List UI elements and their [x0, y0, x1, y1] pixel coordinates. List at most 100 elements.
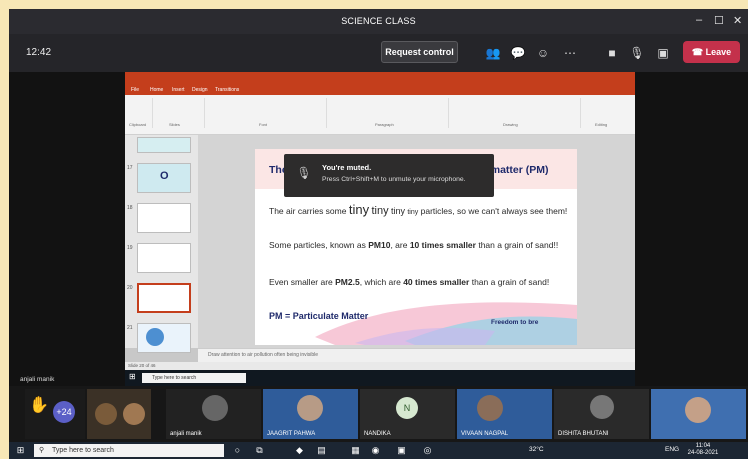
- weather-temp: 32°C: [529, 446, 544, 453]
- leave-button[interactable]: ☎ Leave: [683, 41, 740, 63]
- slide-number: 20: [127, 285, 133, 291]
- avatar: [123, 403, 145, 425]
- participant-tile[interactable]: JAAGRIT PAHWA: [263, 389, 358, 439]
- tab-transitions[interactable]: Transitions: [215, 87, 239, 93]
- slide-thumbnail[interactable]: [137, 323, 191, 353]
- brand-text: Freedom to bre: [491, 319, 539, 326]
- meeting-toolbar: 12:42 Request control 👥 💬 ☺ ⋯ ■ 🎙 ▣ ☎ Le…: [9, 34, 748, 72]
- avatar: N: [396, 397, 418, 419]
- font-group: Font: [207, 98, 327, 128]
- app-icon[interactable]: ◎: [421, 444, 434, 457]
- ribbon: Clipboard Slides Font Paragraph Drawing …: [125, 95, 635, 135]
- slide-number: 21: [127, 325, 133, 331]
- remote-taskbar: ⊞ Type here to search: [125, 370, 635, 386]
- notes-text: Draw attention to air pollution often be…: [208, 352, 319, 358]
- slide-paragraph-3: Even smaller are PM2.5, which are 40 tim…: [269, 277, 550, 287]
- search-icon: ⚲: [39, 447, 45, 454]
- taskbar-search[interactable]: ⚲ Type here to search: [34, 444, 224, 457]
- clock-date: 24-08-2021: [687, 450, 719, 456]
- taskbar-clock: 11:04 24-08-2021: [685, 443, 721, 457]
- request-control-button[interactable]: Request control: [381, 41, 458, 63]
- dropbox-icon[interactable]: ◆: [293, 444, 306, 457]
- language-indicator: ENG: [665, 446, 680, 453]
- leave-label: Leave: [705, 47, 732, 57]
- toast-message: Press Ctrl+Shift+M to unmute your microp…: [322, 176, 466, 183]
- drawing-group: Drawing: [451, 98, 581, 128]
- participant-tile[interactable]: [87, 389, 151, 439]
- participant-tile[interactable]: VIVAAN NAGPAL: [457, 389, 552, 439]
- slide-number: 19: [127, 245, 133, 251]
- minimize-icon[interactable]: –: [696, 14, 702, 26]
- avatar: [95, 403, 117, 425]
- clock-time: 11:04: [695, 443, 711, 449]
- windows-taskbar: ⊞ ⚲ Type here to search ○ ⧉ ◆ ▤ ▦ ◉ ▣ ◎ …: [9, 442, 748, 459]
- slides-group: Slides: [155, 98, 205, 128]
- search-placeholder: Type here to search: [52, 447, 114, 454]
- participant-strip: ✋ +24 anjali manik JAAGRIT PAHWA N NANDI…: [9, 386, 748, 442]
- slide-paragraph-2: Some particles, known as PM10, are 10 ti…: [269, 240, 559, 250]
- overflow-count: +24: [53, 401, 75, 423]
- slide-number: 17: [127, 165, 133, 171]
- participants-icon[interactable]: 👥: [484, 44, 502, 62]
- slide-thumbnail-selected[interactable]: [137, 283, 191, 313]
- presenter-name: anjali manik: [20, 376, 55, 383]
- avatar: [202, 395, 228, 421]
- participant-tile[interactable]: anjali manik: [166, 389, 261, 439]
- paragraph-group: Paragraph: [329, 98, 449, 128]
- slide-paragraph-1: The air carries some tiny tiny tiny tiny…: [269, 202, 568, 217]
- windows-start-icon[interactable]: ⊞: [14, 444, 27, 457]
- toast-title: You're muted.: [322, 163, 372, 172]
- camera-icon[interactable]: ■: [603, 44, 621, 62]
- window-title: SCIENCE CLASS: [341, 16, 416, 26]
- more-options-icon[interactable]: ⋯: [561, 44, 579, 62]
- participant-tile[interactable]: [651, 389, 746, 439]
- share-icon[interactable]: ▣: [654, 44, 672, 62]
- tab-home[interactable]: Home: [150, 87, 163, 93]
- slide-count: Slide 20 of 46: [128, 363, 156, 368]
- teams-window: SCIENCE CLASS – ☐ ✕ 12:42 Request contro…: [9, 9, 748, 459]
- close-icon[interactable]: ✕: [733, 14, 742, 27]
- shared-screen-stage: File Home Insert Design Transitions Clip…: [9, 72, 748, 386]
- status-bar: Slide 20 of 46: [125, 362, 635, 370]
- tab-design[interactable]: Design: [192, 87, 208, 93]
- avatar: [477, 395, 503, 421]
- slide-thumbnail[interactable]: [137, 203, 191, 233]
- participant-name: NANDIKA: [364, 431, 391, 437]
- participant-tile[interactable]: ✋ +24: [25, 389, 85, 439]
- tab-insert[interactable]: Insert: [172, 87, 185, 93]
- powerpoint-icon[interactable]: ▣: [395, 444, 408, 457]
- remote-search-box: Type here to search: [142, 373, 246, 383]
- task-view-icon[interactable]: ⧉: [253, 444, 266, 457]
- meeting-timer: 12:42: [26, 47, 52, 58]
- muted-notification: 🎙 You're muted. Press Ctrl+Shift+M to un…: [284, 154, 494, 197]
- slide-thumbnails: 17 O 18 19 20 21: [125, 135, 198, 353]
- slide-thumbnail[interactable]: [137, 243, 191, 273]
- title-bar: SCIENCE CLASS – ☐ ✕: [9, 9, 748, 34]
- mic-off-icon: 🎙: [296, 166, 312, 180]
- slide-thumbnail[interactable]: [137, 137, 191, 153]
- chrome-icon[interactable]: ◉: [369, 444, 382, 457]
- mic-muted-icon[interactable]: 🎙: [628, 44, 646, 62]
- reactions-icon[interactable]: ☺: [534, 44, 552, 62]
- slide-thumbnail[interactable]: O: [137, 163, 191, 193]
- participant-name: VIVAAN NAGPAL: [461, 431, 509, 437]
- tab-file[interactable]: File: [131, 87, 139, 93]
- pm-definition: PM = Particulate Matter: [269, 311, 369, 321]
- maximize-icon[interactable]: ☐: [714, 14, 724, 27]
- speaker-notes[interactable]: Draw attention to air pollution often be…: [198, 348, 635, 362]
- powerpoint-titlebar: [125, 72, 635, 85]
- slide-number: 18: [127, 205, 133, 211]
- avatar: [590, 395, 614, 419]
- windows-start-icon: ⊞: [129, 372, 136, 381]
- participant-name: JAAGRIT PAHWA: [267, 431, 316, 437]
- raised-hand-icon: ✋: [29, 397, 49, 414]
- cortana-icon[interactable]: ○: [231, 444, 244, 457]
- avatar: [685, 397, 711, 423]
- shared-desktop: File Home Insert Design Transitions Clip…: [125, 72, 635, 386]
- ribbon-tabs: File Home Insert Design Transitions: [125, 85, 635, 95]
- chat-icon[interactable]: 💬: [509, 44, 527, 62]
- participant-tile[interactable]: N NANDIKA: [360, 389, 455, 439]
- teams-icon[interactable]: ▦: [349, 444, 362, 457]
- file-explorer-icon[interactable]: ▤: [315, 444, 328, 457]
- participant-tile[interactable]: DISHITA BHUTANI: [554, 389, 649, 439]
